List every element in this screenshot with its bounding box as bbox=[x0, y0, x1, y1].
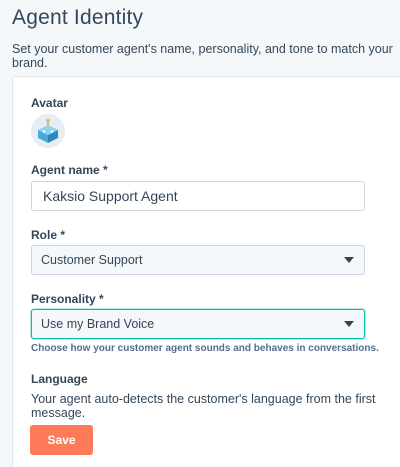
personality-label: Personality * bbox=[31, 292, 104, 306]
page-subtitle: Set your customer agent's name, personal… bbox=[12, 42, 393, 70]
personality-help-text: Choose how your customer agent sounds an… bbox=[31, 343, 379, 354]
chevron-down-icon bbox=[344, 321, 354, 327]
personality-select[interactable]: Use my Brand Voice bbox=[31, 309, 365, 339]
avatar-button[interactable] bbox=[31, 114, 65, 148]
save-button[interactable]: Save bbox=[30, 425, 93, 455]
page-title: Agent Identity bbox=[12, 6, 144, 29]
language-label: Language bbox=[31, 372, 88, 386]
avatar-label: Avatar bbox=[31, 96, 68, 110]
agent-name-field[interactable] bbox=[31, 181, 365, 211]
agent-identity-page: Agent Identity Set your customer agent's… bbox=[0, 0, 400, 467]
agent-name-label: Agent name * bbox=[31, 163, 108, 177]
personality-selected-value: Use my Brand Voice bbox=[41, 317, 155, 331]
chevron-down-icon bbox=[344, 257, 354, 263]
robot-avatar-icon bbox=[31, 114, 65, 148]
role-label: Role * bbox=[31, 228, 66, 242]
role-selected-value: Customer Support bbox=[41, 253, 143, 267]
role-select[interactable]: Customer Support bbox=[31, 245, 365, 275]
language-description: Your agent auto-detects the customer's l… bbox=[31, 392, 376, 420]
